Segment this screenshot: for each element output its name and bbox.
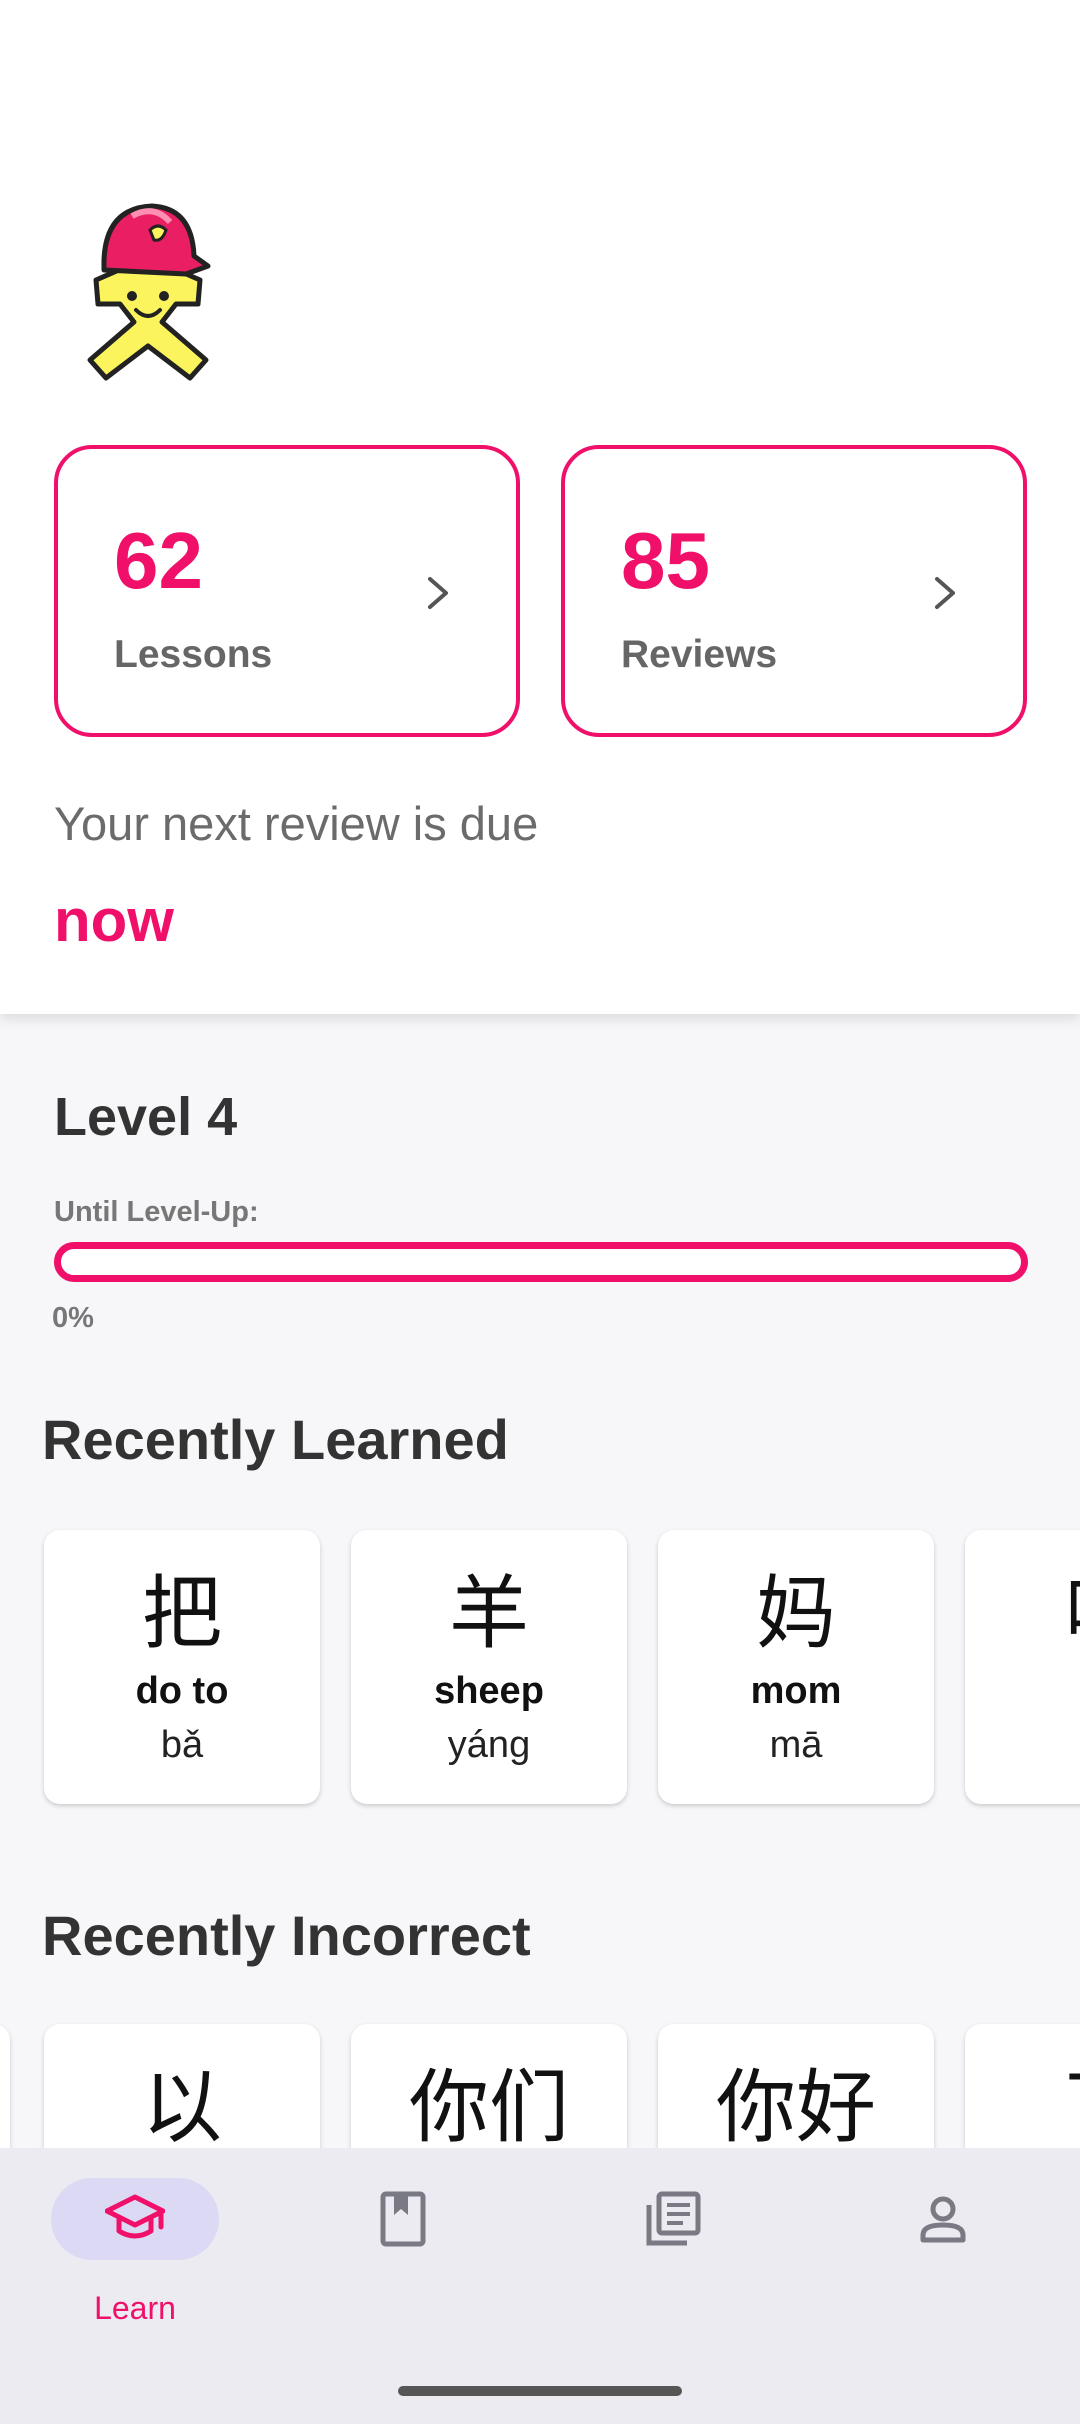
vocab-hanzi: 吗 xyxy=(965,1574,1080,1654)
recently-learned-title: Recently Learned xyxy=(42,1408,509,1471)
vocab-meaning: do to xyxy=(135,1670,229,1712)
nav-learn-label: Learn xyxy=(94,2290,176,2326)
vocab-card[interactable]: 把 do to bǎ xyxy=(44,1530,320,1804)
vocab-pinyin: bǎ xyxy=(160,1724,204,1766)
next-review-text: Your next review is due xyxy=(54,797,539,850)
lessons-count: 62 xyxy=(114,516,203,605)
lessons-card[interactable]: 62 Lessons xyxy=(54,445,520,737)
level-title: Level 4 xyxy=(54,1087,238,1147)
vocab-hanzi: 把 xyxy=(142,1567,222,1660)
bookmark-book-icon xyxy=(380,2191,426,2247)
nav-book[interactable] xyxy=(293,2178,513,2328)
chevron-right-icon xyxy=(428,577,448,609)
person-icon xyxy=(920,2196,966,2243)
home-screen: 62 Lessons 85 Reviews Your next review i… xyxy=(0,0,1080,2424)
vocab-card[interactable]: 吗 xyxy=(965,1530,1080,1804)
vocab-meaning: sheep xyxy=(434,1670,544,1712)
level-progress-percent: 0% xyxy=(52,1302,94,1334)
reviews-label: Reviews xyxy=(621,633,778,676)
nav-profile[interactable] xyxy=(833,2178,1053,2328)
level-progress-bar xyxy=(54,1242,1028,1282)
reviews-count: 85 xyxy=(621,516,710,605)
bottom-navigation: Learn xyxy=(0,2148,1080,2424)
vocab-meaning: mom xyxy=(750,1670,842,1712)
graduation-cap-icon xyxy=(105,2194,165,2239)
vocab-hanzi: 你好 xyxy=(716,2061,876,2154)
recently-incorrect-title: Recently Incorrect xyxy=(42,1904,531,1967)
reviews-card[interactable]: 85 Reviews xyxy=(561,445,1027,737)
next-review-time: now xyxy=(54,887,174,954)
mascot-logo-icon xyxy=(87,203,211,381)
vocab-hanzi: 以 xyxy=(142,2061,222,2154)
vocab-hanzi: 羊 xyxy=(449,1567,529,1660)
vocab-hanzi: 妈 xyxy=(756,1567,836,1660)
article-list-icon xyxy=(646,2191,701,2246)
vocab-hanzi: 下 xyxy=(965,2068,1080,2148)
vocab-card[interactable]: 羊 sheep yáng xyxy=(351,1530,627,1804)
nav-articles[interactable] xyxy=(563,2178,783,2328)
chevron-right-icon xyxy=(935,577,955,609)
vocab-hanzi: 你们 xyxy=(409,2061,569,2154)
nav-learn[interactable]: Learn xyxy=(51,2178,271,2328)
vocab-pinyin: yáng xyxy=(447,1724,531,1766)
vocab-pinyin: mā xyxy=(769,1724,823,1766)
recently-learned-list[interactable]: 把 do to bǎ 羊 sheep yáng 妈 mom mā 吗 xyxy=(0,1530,1080,1810)
summary-header: 62 Lessons 85 Reviews Your next review i… xyxy=(0,0,1080,1014)
vocab-card[interactable]: 妈 mom mā xyxy=(658,1530,934,1804)
gesture-home-bar[interactable] xyxy=(398,2386,682,2396)
lessons-label: Lessons xyxy=(114,633,273,676)
until-level-up-label: Until Level-Up: xyxy=(54,1196,259,1228)
